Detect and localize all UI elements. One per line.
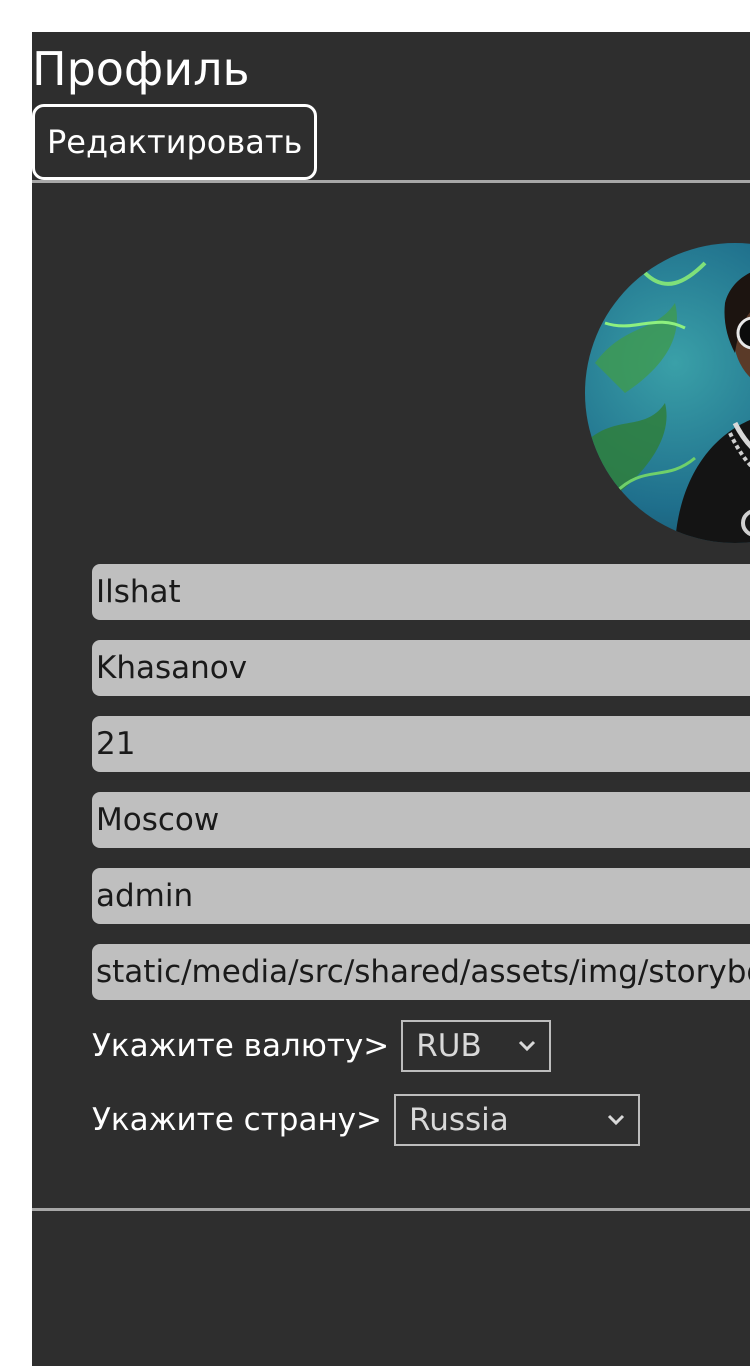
chevron-down-icon [607,1114,625,1126]
country-label: Укажите страну> [92,1102,383,1138]
username-field[interactable] [92,868,750,924]
currency-select[interactable]: RUB [401,1020,552,1072]
country-select[interactable]: Russia [394,1094,641,1146]
avatar-url-field[interactable] [92,944,750,1000]
first-name-field[interactable] [92,564,750,620]
age-field[interactable] [92,716,750,772]
country-row: Укажите страну> Russia [92,1092,641,1148]
chevron-down-icon [519,1040,536,1052]
footer-divider [32,1208,750,1211]
page-title: Профиль [32,42,250,96]
edit-button[interactable]: Редактировать [32,104,318,180]
city-field[interactable] [92,792,750,848]
currency-value: RUB [416,1028,482,1064]
currency-row: Укажите валюту> RUB [92,1018,552,1074]
country-value: Russia [409,1102,509,1138]
currency-label: Укажите валюту> [92,1028,390,1064]
profile-card: Профиль Редактировать Ilshat Khasanov 21… [32,32,750,1366]
avatar-image [585,243,750,543]
header-divider [32,180,750,183]
avatar [585,243,750,543]
last-name-field[interactable] [92,640,750,696]
